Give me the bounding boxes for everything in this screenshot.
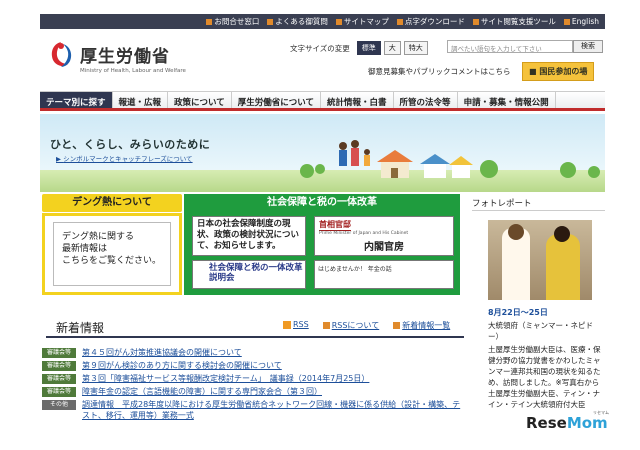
brand[interactable]: 厚生労働省 Ministry of Health, Labour and Wel… — [80, 42, 186, 74]
category-badge: 審議会等 — [42, 374, 76, 384]
font-size-xlarge-button[interactable]: 特大 — [403, 41, 428, 55]
bullet-icon — [335, 18, 342, 25]
news-item: 審議会等 第４５回がん対策推進協議会の開催について — [42, 347, 462, 360]
resemom-watermark-sub: リセマム — [593, 410, 609, 415]
shakai-hosho-title: 社会保障と税の一体改革 — [267, 197, 377, 208]
font-size-switcher: 文字サイズの変更 標準 大 特大 — [290, 41, 428, 55]
photo-report-date[interactable]: 8月22日～25日 — [488, 307, 548, 318]
topbar-link-braille[interactable]: 点字ダウンロード — [396, 16, 465, 27]
shakai-hosho-banner: 社会保障と税の一体改革 日本の社会保障制度の現状、政策の検討状況について、お知ら… — [184, 194, 460, 295]
font-size-standard-button[interactable]: 標準 — [356, 41, 381, 55]
photo-report-title: フォトレポート — [472, 199, 532, 209]
nav-item-theme[interactable]: テーマ別に探す — [40, 92, 113, 108]
arrow-icon — [393, 322, 401, 329]
photo-report-image[interactable] — [488, 220, 592, 300]
tree-icon — [300, 164, 314, 178]
ministry-logo-icon[interactable] — [48, 40, 74, 70]
person-figure — [508, 224, 524, 240]
dengue-banner[interactable]: デング熱に関する 最新情報は こちらをご覧ください。 — [42, 213, 182, 295]
site-title: 厚生労働省 — [80, 47, 170, 67]
bullet-icon — [472, 18, 479, 25]
photo-report-body: 土屋厚生労働副大臣は、医療・保健分野の協力覚書をかわしたミャンマー連邦共和国の現… — [488, 345, 604, 409]
bullet-icon — [267, 18, 274, 25]
news-item: 審議会等 第９回がん検診のあり方に関する検討会の開催について — [42, 360, 462, 373]
shakai-hosho-info-link[interactable]: 日本の社会保障制度の現状、政策の検討状況について、お知らせします。 — [192, 216, 306, 256]
tree-icon — [480, 160, 498, 178]
kantei-english: Prime Minister of Japan and His Cabinet — [319, 231, 409, 236]
news-item-link[interactable]: 第３回「障害福祉サービス等報酬改定検討チーム」 議事録（2014年7月25日） — [82, 373, 369, 384]
nav-item-application[interactable]: 申請・募集・情報公開 — [458, 92, 556, 108]
news-links: RSS RSSについて 新着情報一覧 — [283, 320, 450, 331]
category-badge: 審議会等 — [42, 387, 76, 397]
pension-link[interactable]: はじめませんか！ 年金の話 — [314, 260, 454, 289]
shakai-hosho-briefing-link[interactable]: 社会保障と税の一体改革説明会 — [192, 260, 306, 289]
kantei-title: 首相官邸 — [319, 220, 351, 231]
tree-icon — [560, 162, 576, 178]
dengue-line: デング熱に関する — [62, 232, 135, 242]
dengue-inner: デング熱に関する 最新情報は こちらをご覧ください。 — [53, 222, 171, 286]
rss-link[interactable]: RSS — [283, 320, 309, 331]
site-subtitle: Ministry of Health, Labour and Welfare — [80, 68, 186, 74]
naikaku-kanbo: 内閣官房 — [364, 242, 404, 253]
house-icon — [377, 150, 413, 178]
photo-report-caption: 大統領府（ミャンマー・ネピドー） — [488, 321, 593, 341]
rss-about-link[interactable]: RSSについて — [322, 320, 379, 331]
topbar-link-sitemap[interactable]: サイトマップ — [335, 16, 389, 27]
topbar-link-contact[interactable]: お問合せ窓口 — [206, 16, 259, 27]
news-item-link[interactable]: 第９回がん検診のあり方に関する検討会の開催について — [82, 360, 282, 371]
search-input[interactable]: 調べたい語句を入力して下さい — [447, 40, 573, 53]
news-item-link[interactable]: 障害年金の認定（言語機能の障害）に関する専門家会合（第３回） — [82, 386, 322, 397]
rss-icon — [283, 320, 291, 329]
category-badge: その他 — [42, 400, 76, 410]
font-size-large-button[interactable]: 大 — [383, 41, 401, 55]
news-title: 新着情報 — [56, 321, 105, 335]
divider — [472, 210, 605, 211]
topbar-link-english[interactable]: English — [563, 17, 599, 26]
news-item: その他 調達情報 平成28年度以降における厚生労働省統合ネットワーク回線・機器に… — [42, 399, 462, 425]
news-item: 審議会等 第３回「障害福祉サービス等報酬改定検討チーム」 議事録（2014年7月… — [42, 373, 462, 386]
nav-item-policy[interactable]: 政策について — [168, 92, 232, 108]
topbar-link-faq[interactable]: よくある御質問 — [267, 16, 328, 27]
kokumin-sanka-button[interactable]: ■ 国民参加の場 — [522, 62, 595, 81]
symbol-mark-link[interactable]: ▶ シンボルマークとキャッチフレーズについて — [56, 153, 193, 163]
hero-slogan: ひと、くらし、みらいのために — [50, 138, 211, 151]
bullet-icon — [396, 18, 403, 25]
news-all-link[interactable]: 新着情報一覧 — [393, 320, 450, 331]
cabinet-office-link[interactable]: 首相官邸 Prime Minister of Japan and His Cab… — [314, 216, 454, 256]
arrow-icon — [322, 322, 330, 329]
dengue-title[interactable]: デング熱について — [42, 194, 182, 212]
global-nav: テーマ別に探す 報道・広報 政策について 厚生労働省について 統計情報・白書 所… — [40, 91, 605, 111]
resemom-watermark: ReseMom — [526, 414, 608, 432]
nav-item-laws[interactable]: 所管の法令等 — [394, 92, 458, 108]
nav-item-press[interactable]: 報道・広報 — [113, 92, 169, 108]
nav-item-about[interactable]: 厚生労働省について — [232, 92, 322, 108]
nav-item-statistics[interactable]: 統計情報・白書 — [321, 92, 394, 108]
house-icon — [449, 156, 473, 178]
tree-icon — [588, 166, 600, 178]
person-figure — [554, 226, 570, 242]
category-badge: 審議会等 — [42, 348, 76, 358]
dengue-line: こちらをご覧ください。 — [62, 256, 162, 266]
house-icon — [420, 154, 450, 178]
divider — [46, 336, 464, 338]
utility-bar: お問合せ窓口 よくある御質問 サイトマップ 点字ダウンロード サイト閲覧支援ツー… — [40, 14, 605, 29]
person-figure — [546, 234, 580, 300]
bullet-icon — [206, 18, 213, 25]
search-button[interactable]: 検索 — [573, 40, 603, 53]
news-item: 審議会等 障害年金の認定（言語機能の障害）に関する専門家会合（第３回） — [42, 386, 462, 399]
dengue-line: 最新情報は — [62, 244, 108, 254]
news-list: 審議会等 第４５回がん対策推進協議会の開催について 審議会等 第９回がん検診のあ… — [42, 347, 462, 425]
topbar-link-accessibility[interactable]: サイト閲覧支援ツール — [472, 16, 556, 27]
bullet-icon — [563, 18, 570, 25]
category-badge: 審議会等 — [42, 361, 76, 371]
public-comment-link[interactable]: 御意見募集やパブリックコメントはこちら — [368, 66, 511, 77]
font-size-label: 文字サイズの変更 — [290, 43, 350, 53]
news-item-link[interactable]: 調達情報 平成28年度以降における厚生労働省統合ネットワーク回線・機器に係る供給… — [82, 399, 462, 421]
family-illustration-icon — [339, 140, 370, 166]
tree-icon — [315, 164, 325, 174]
news-item-link[interactable]: 第４５回がん対策推進協議会の開催について — [82, 347, 242, 358]
